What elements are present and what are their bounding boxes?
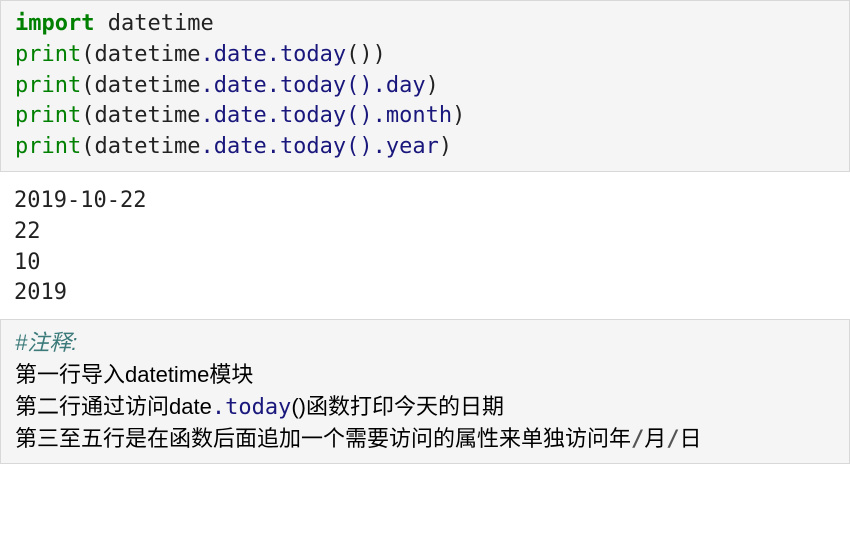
explain-line-3: 第三至五行是在函数后面追加一个需要访问的属性来单独访问年/月/日	[15, 427, 702, 452]
comment-line: #注释:	[15, 330, 77, 355]
text: ()函数打印今天的日期	[291, 394, 504, 419]
mod-ref: datetime	[94, 73, 200, 98]
attr-today: today	[225, 395, 291, 420]
code-line-5: print(datetime.date.today().year)	[15, 134, 452, 159]
dot: .	[267, 103, 280, 128]
builtin-print: print	[15, 103, 81, 128]
dot: .	[267, 42, 280, 67]
attr-today: today	[280, 134, 346, 159]
code-line-1: import datetime	[15, 11, 214, 36]
mod-ref: datetime	[94, 103, 200, 128]
dot: .	[200, 42, 213, 67]
open-paren: (	[81, 73, 94, 98]
attr-month: month	[386, 103, 452, 128]
output-cell: 2019-10-22 22 10 2019	[0, 182, 850, 319]
code-cell-1: import datetime print(datetime.date.toda…	[0, 0, 850, 172]
builtin-print: print	[15, 73, 81, 98]
close-paren: )	[452, 103, 465, 128]
open-paren: (	[81, 103, 94, 128]
text: 第三至五行是在函数后面追加一个需要访问的属性来单独访问年	[15, 426, 631, 451]
mod-ref: datetime	[94, 134, 200, 159]
output-line-2: 22	[14, 219, 41, 244]
dot: .	[267, 73, 280, 98]
close-paren: )	[426, 73, 439, 98]
attr-day: day	[386, 73, 426, 98]
code-line-4: print(datetime.date.today().month)	[15, 103, 465, 128]
attr-date: date	[214, 42, 267, 67]
call-dot: ().	[346, 103, 386, 128]
keyword-import: import	[15, 11, 94, 36]
open-paren: (	[81, 42, 94, 67]
output-line-3: 10	[14, 250, 41, 275]
attr-date: date	[214, 103, 267, 128]
text: 第二行通过访问date	[15, 394, 212, 419]
dot: .	[267, 134, 280, 159]
dot: .	[212, 395, 225, 420]
code-cell-2: #注释: 第一行导入datetime模块 第二行通过访问date.today()…	[0, 319, 850, 464]
output-line-1: 2019-10-22	[14, 188, 146, 213]
code-line-2: print(datetime.date.today())	[15, 42, 386, 67]
attr-year: year	[386, 134, 439, 159]
attr-today: today	[280, 103, 346, 128]
call-dot: ().	[346, 134, 386, 159]
open-paren: (	[81, 134, 94, 159]
output-line-4: 2019	[14, 280, 67, 305]
dot: .	[200, 73, 213, 98]
explain-line-1: 第一行导入datetime模块	[15, 362, 253, 387]
text: 日	[680, 426, 702, 451]
slash-sep: /	[631, 427, 644, 452]
code-line-3: print(datetime.date.today().day)	[15, 73, 439, 98]
close-paren: )	[439, 134, 452, 159]
module-name: datetime	[108, 11, 214, 36]
call-dot: ().	[346, 73, 386, 98]
attr-today: today	[280, 73, 346, 98]
dot: .	[200, 103, 213, 128]
attr-date: date	[214, 73, 267, 98]
mod-ref: datetime	[94, 42, 200, 67]
builtin-print: print	[15, 42, 81, 67]
close-parens: ())	[346, 42, 386, 67]
builtin-print: print	[15, 134, 81, 159]
attr-today: today	[280, 42, 346, 67]
dot: .	[200, 134, 213, 159]
attr-date: date	[214, 134, 267, 159]
slash-sep: /	[666, 427, 679, 452]
explain-line-2: 第二行通过访问date.today()函数打印今天的日期	[15, 395, 504, 420]
text: 月	[644, 426, 666, 451]
